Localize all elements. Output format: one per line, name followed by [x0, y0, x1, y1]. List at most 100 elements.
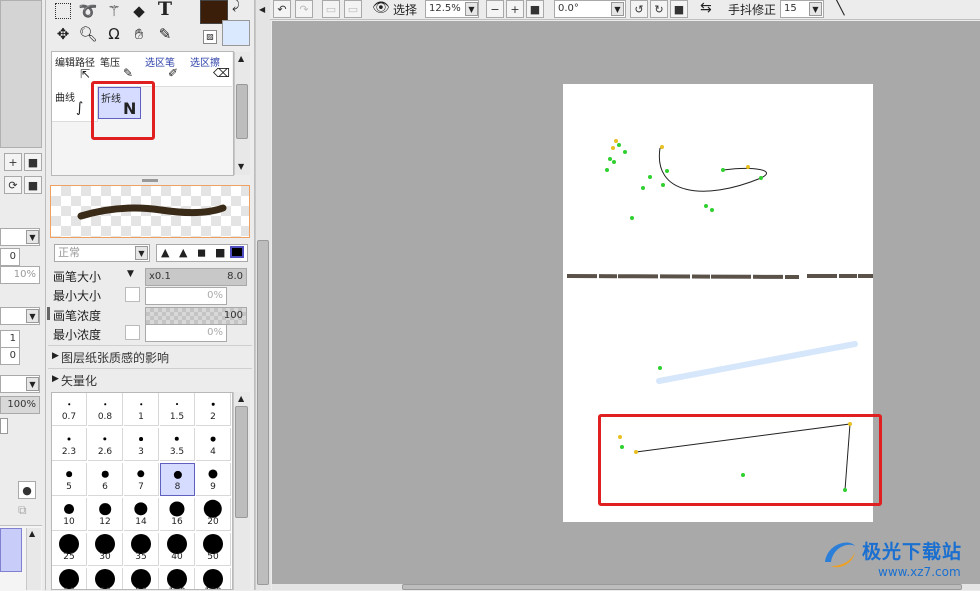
min-density-checkbox[interactable] [125, 325, 140, 340]
rotate-right-button[interactable]: ↻ [650, 0, 668, 18]
chevron-down-icon[interactable]: ▼ [135, 246, 148, 260]
background-color[interactable] [222, 20, 250, 46]
brush-size-cell[interactable]: 1.5 [160, 393, 195, 426]
brush-size-cell[interactable]: 10 [52, 498, 87, 531]
zoom-reset-button[interactable]: ■ [526, 0, 544, 18]
move-icon[interactable]: ✥ [52, 23, 74, 45]
eyedropper-icon[interactable]: ✎ [154, 23, 176, 45]
brush-size-scrollbar[interactable]: ▲ [233, 392, 250, 590]
brush-size-field[interactable]: x0.1 8.0 [145, 268, 247, 286]
left-value-3[interactable]: 1 [0, 330, 20, 348]
scroll-down-arrow[interactable]: ▼ [238, 162, 244, 171]
chevron-down-icon[interactable]: ▼ [26, 309, 39, 323]
left-square-button[interactable]: ■ [24, 176, 42, 194]
paper-texture-section[interactable]: 图层纸张质感的影响 [61, 349, 169, 366]
shape-solid-icon[interactable] [230, 246, 244, 258]
expand-arrow-icon[interactable]: ▶ [52, 374, 59, 384]
rotate-view-icon[interactable]: Ω [103, 23, 125, 45]
left-value-4[interactable]: 0 [0, 347, 20, 365]
rotate-reset-button[interactable]: ■ [670, 0, 688, 18]
shape-square-icon[interactable]: ■ [215, 246, 225, 259]
tool-grid-scrollbar[interactable]: ▲ ▼ [234, 52, 250, 175]
scroll-thumb[interactable] [257, 240, 269, 585]
rotate-left-button[interactable]: ↺ [630, 0, 648, 18]
brush-size-cell[interactable]: 5 [52, 463, 87, 496]
brush-size-cell[interactable]: 12 [88, 498, 123, 531]
lasso-icon[interactable]: ➰ [77, 0, 99, 22]
zoom-icon[interactable]: 🔍︎ [77, 23, 99, 45]
brush-size-cell[interactable]: 20 [196, 498, 231, 531]
magic-wand-icon[interactable]: ⚚ [103, 0, 125, 22]
brush-size-cell[interactable]: 9 [196, 463, 231, 496]
deselect-button[interactable]: ▭ [322, 0, 340, 18]
tool-tab-selection-eraser[interactable]: 选区擦 ⌫ [187, 52, 232, 87]
chevron-down-icon[interactable]: ▼ [465, 2, 478, 16]
brush-size-cell[interactable]: 2.6 [88, 428, 123, 461]
scroll-up-arrow[interactable]: ◀ [259, 5, 265, 14]
rect-select-icon[interactable] [52, 0, 74, 22]
brush-size-cell[interactable]: 4 [196, 428, 231, 461]
brush-size-cell[interactable]: 120 [196, 568, 231, 589]
brush-size-cell[interactable]: 60 [52, 568, 87, 589]
left-stop-button[interactable]: ■ [24, 153, 42, 171]
brush-size-cell[interactable]: 35 [124, 533, 159, 566]
panel-divider-scrollbar[interactable]: ◀ [255, 0, 271, 590]
horizontal-scrollbar[interactable] [272, 584, 980, 590]
brush-size-cell[interactable]: 7 [124, 463, 159, 496]
brush-size-cell[interactable]: 80 [124, 568, 159, 589]
brush-size-cell[interactable]: 70 [88, 568, 123, 589]
brush-size-cell[interactable]: 2 [196, 393, 231, 426]
layer-scrollbar[interactable]: ▲ [26, 528, 41, 590]
brush-size-cell[interactable]: 6 [88, 463, 123, 496]
zoom-in-button[interactable]: + [506, 0, 524, 18]
expand-arrow-icon[interactable]: ▶ [52, 351, 59, 361]
text-tool-icon[interactable]: T [154, 0, 176, 20]
scroll-thumb[interactable] [235, 406, 248, 518]
min-density-field[interactable]: 0% [145, 324, 227, 342]
flip-icon[interactable]: ⇆ [700, 0, 712, 16]
brush-size-cell[interactable]: 40 [160, 533, 195, 566]
min-size-field[interactable]: 0% [145, 287, 227, 305]
brush-size-cell[interactable]: 25 [52, 533, 87, 566]
swap-colors-icon[interactable]: ⤸ [232, 0, 240, 13]
invert-select-button[interactable]: ▭ [344, 0, 362, 18]
brush-size-cell[interactable]: 30 [88, 533, 123, 566]
brush-size-cell[interactable]: 0.8 [88, 393, 123, 426]
panel-splitter[interactable] [142, 179, 158, 182]
brush-size-cell[interactable]: 3.5 [160, 428, 195, 461]
chevron-down-icon[interactable]: ▼ [809, 2, 822, 16]
undo-button[interactable]: ↶ [273, 0, 291, 18]
left-value-1[interactable]: 0 [0, 248, 20, 266]
scroll-up-arrow[interactable]: ▲ [238, 54, 244, 63]
shape-round-icon[interactable]: ◼ [197, 246, 206, 259]
brush-size-cell[interactable]: 16 [160, 498, 195, 531]
layer-item-selected[interactable] [0, 528, 22, 572]
scroll-thumb[interactable] [236, 84, 248, 139]
bucket-icon[interactable]: ◆ [128, 0, 150, 22]
line-tool-icon[interactable]: ╲ [836, 0, 844, 16]
brush-size-cell[interactable]: 0.7 [52, 393, 87, 426]
brush-size-cell[interactable]: 8 [160, 463, 195, 496]
chevron-down-icon[interactable]: ▼ [26, 377, 39, 391]
brush-size-cell[interactable]: 50 [196, 533, 231, 566]
scroll-thumb[interactable] [402, 584, 962, 590]
brush-size-cell[interactable]: 14 [124, 498, 159, 531]
brush-size-dropdown-icon[interactable]: ▼ [127, 269, 134, 279]
transparent-color-icon[interactable]: ▨ [203, 30, 217, 44]
left-value-2[interactable]: 10% [0, 266, 40, 284]
brush-size-cell[interactable]: 1 [124, 393, 159, 426]
min-size-checkbox[interactable] [125, 287, 140, 302]
left-small-tab[interactable] [0, 418, 8, 434]
shape-soft-icon[interactable]: ▲ [161, 246, 169, 259]
hand-icon[interactable]: ✋︎ [128, 23, 150, 45]
chevron-down-icon[interactable]: ▼ [26, 230, 39, 244]
left-opacity-field[interactable]: 100% [0, 396, 40, 414]
left-add-button[interactable]: + [4, 153, 22, 171]
record-button[interactable]: ● [18, 481, 36, 499]
brush-size-cell[interactable]: 2.3 [52, 428, 87, 461]
density-field[interactable]: 100 [145, 307, 247, 325]
shape-medium-icon[interactable]: ▲ [179, 246, 187, 259]
zoom-out-button[interactable]: − [486, 0, 504, 18]
chevron-down-icon[interactable]: ▼ [611, 2, 624, 16]
brush-size-cell[interactable]: 100 [160, 568, 195, 589]
